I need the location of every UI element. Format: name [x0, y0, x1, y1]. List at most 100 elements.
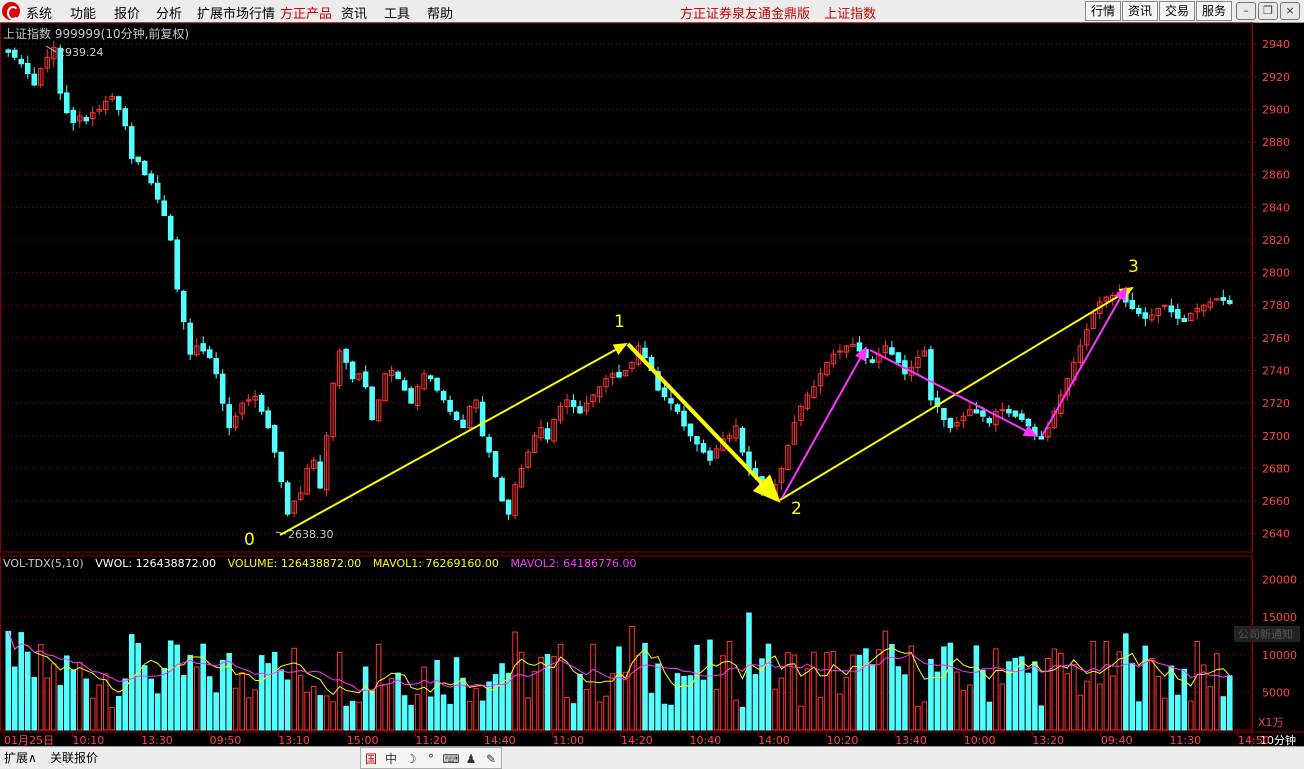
- volume-axis-label: 10000: [1262, 649, 1297, 662]
- volume-unit-label: X1万: [1258, 716, 1284, 729]
- volume-bar: [1181, 668, 1188, 731]
- candle-down: [1006, 409, 1012, 414]
- volume-bar: [1194, 640, 1201, 731]
- volume-bar: [343, 705, 349, 731]
- candle-down: [661, 387, 668, 398]
- volume-bar: [798, 705, 804, 731]
- volume-bar: [934, 671, 941, 731]
- volume-bar: [167, 640, 174, 731]
- volume-bar: [772, 688, 778, 731]
- volume-bar: [70, 669, 77, 731]
- volume-bar: [148, 678, 154, 731]
- candle-down: [343, 348, 349, 363]
- volume-bar: [89, 697, 96, 731]
- price-axis-label: 2940: [1262, 38, 1290, 51]
- volume-bar: [492, 674, 499, 731]
- volume-bar: [902, 674, 908, 731]
- time-axis-label: 10:40: [690, 734, 722, 746]
- candle-down: [408, 388, 414, 404]
- wave-label-3: 3: [1128, 257, 1139, 277]
- time-axis-label: 11:00: [552, 734, 584, 746]
- candle-down: [616, 371, 622, 378]
- volume-axis-label: 5000: [1262, 686, 1290, 699]
- candle-down: [401, 380, 408, 391]
- volume-bar: [330, 701, 336, 731]
- volume-bar: [109, 706, 116, 731]
- settings-icon[interactable]: ✎: [481, 749, 501, 769]
- volume-bar: [1032, 661, 1038, 731]
- user-icon[interactable]: ♟: [461, 749, 481, 769]
- extend-tab[interactable]: 扩展∧: [4, 749, 37, 766]
- candle-down: [479, 401, 486, 437]
- toolbar-icon-zhong[interactable]: 中: [381, 749, 401, 769]
- volume-bar: [596, 701, 603, 731]
- volume-bar: [453, 657, 460, 731]
- volume-bar: [700, 679, 707, 731]
- volume-bar: [193, 666, 200, 731]
- bottom-bar: 扩展∧ 关联报价 国中 ☽ ° ⌨ ♟ ✎: [0, 746, 1304, 769]
- volume-bar: [310, 685, 317, 731]
- volume-bar: [960, 689, 967, 731]
- candle-down: [739, 427, 746, 453]
- volume-bar: [583, 689, 590, 731]
- time-axis-label: 13:20: [1032, 734, 1064, 746]
- candle-down: [707, 450, 713, 461]
- volume-bar: [1129, 662, 1136, 731]
- volume-bar: [564, 697, 570, 731]
- volume-bar: [622, 671, 629, 731]
- volume-bar: [115, 695, 122, 731]
- moon-icon[interactable]: ☽: [401, 749, 421, 769]
- keyboard-icon[interactable]: ⌨: [441, 749, 461, 769]
- related-quotes-tab[interactable]: 关联报价: [50, 749, 98, 766]
- volume-bar: [648, 692, 655, 731]
- candle-down: [369, 386, 375, 420]
- candle-down: [278, 451, 284, 482]
- candle-down: [1129, 300, 1136, 310]
- candle-down: [544, 428, 551, 440]
- candle-down: [668, 398, 674, 404]
- volume-bar: [1038, 705, 1045, 731]
- price-axis-label: 2880: [1262, 136, 1290, 149]
- volume-bar: [83, 678, 90, 731]
- candle-down: [128, 126, 135, 159]
- volume-bar: [271, 651, 278, 731]
- candle-down: [1136, 308, 1142, 314]
- volume-bar: [973, 645, 980, 731]
- candle-down: [700, 443, 707, 453]
- candle-down: [200, 343, 206, 352]
- volume-info: VOL-TDX(5,10) VWOL: 126438872.00 VOLUME:…: [3, 557, 645, 570]
- candle-down: [1227, 300, 1233, 305]
- volume-bar: [869, 664, 876, 731]
- candle-up: [999, 409, 1006, 412]
- candle-down: [317, 461, 323, 489]
- volume-bar: [811, 651, 817, 731]
- volume-bar: [1071, 664, 1077, 731]
- volume-bar: [284, 679, 291, 731]
- volume-bar: [629, 626, 635, 731]
- magenta-arrow-up-2: [1041, 286, 1127, 437]
- volume-bar: [1207, 686, 1214, 731]
- candle-down: [577, 406, 583, 414]
- candle-down: [856, 342, 863, 352]
- volume-bar: [655, 663, 661, 731]
- volume-bar: [336, 652, 343, 731]
- toolbar-icon-guo[interactable]: 国: [361, 749, 381, 769]
- vol-indicator-name[interactable]: VOL-TDX(5,10): [3, 557, 84, 570]
- candle-down: [135, 156, 141, 163]
- price-axis-label: 2900: [1262, 103, 1290, 116]
- price-axis-label: 2740: [1262, 365, 1290, 378]
- volume-bar: [414, 694, 421, 731]
- wave-label-1: 1: [614, 312, 625, 332]
- punctuation-icon[interactable]: °: [421, 749, 441, 769]
- volume-bar: [1227, 675, 1233, 731]
- volume-bar: [128, 634, 135, 731]
- volume-bar: [421, 666, 427, 731]
- volume-bar: [187, 654, 193, 731]
- time-axis-label: 10:20: [827, 734, 859, 746]
- volume-bar: [447, 703, 453, 731]
- kline-chart[interactable]: 2939.242638.300123 294029202900288028602…: [0, 0, 1304, 746]
- volume-bar: [408, 704, 414, 731]
- volume-bar: [739, 706, 746, 731]
- candle-down: [24, 62, 31, 75]
- volume-bar: [1058, 652, 1064, 731]
